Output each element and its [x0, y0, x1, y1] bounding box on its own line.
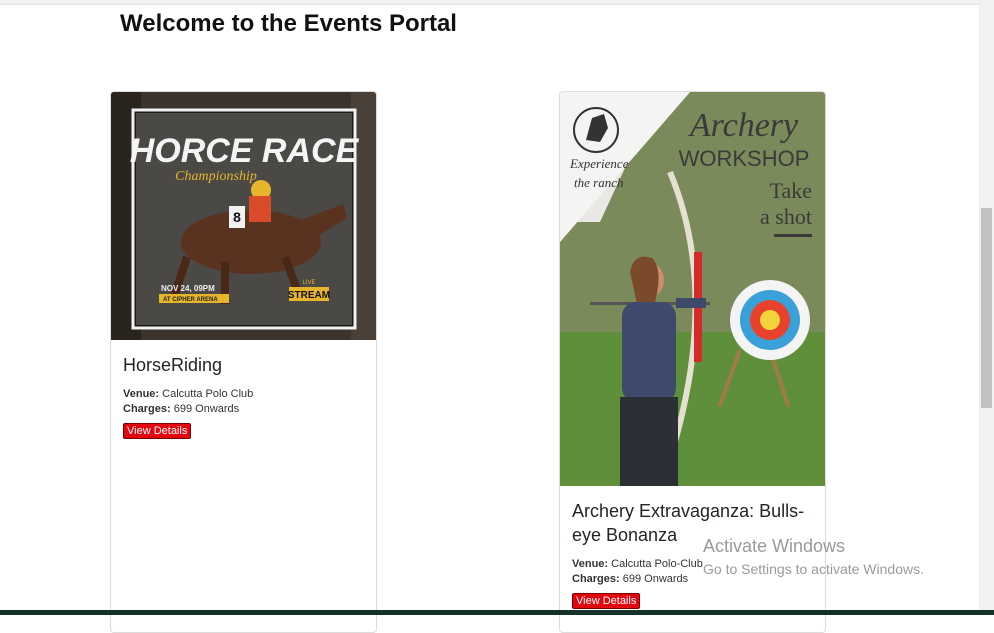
charges-label: Charges:	[572, 573, 620, 585]
svg-text:8: 8	[233, 209, 241, 225]
svg-text:LIVE: LIVE	[302, 280, 315, 286]
page-title: Welcome to the Events Portal	[120, 10, 457, 37]
venue-label: Venue:	[123, 388, 160, 400]
top-border	[0, 0, 980, 5]
archery-workshop-poster: Experience the ranch Archery WORKSHOP Ta…	[560, 92, 825, 486]
event-title: HorseRiding	[123, 355, 223, 375]
svg-text:Championship: Championship	[175, 169, 257, 184]
vertical-scrollbar[interactable]	[979, 0, 994, 615]
view-details-button[interactable]: View Details	[123, 423, 192, 439]
svg-text:the ranch: the ranch	[574, 175, 623, 190]
charges-label: Charges:	[123, 403, 171, 415]
horse-race-poster: HORCE RACE Championship 8 NOV 24, 09PM A…	[111, 92, 376, 340]
charges-value: 699 Onwards	[173, 403, 240, 415]
svg-text:NOV 24, 09PM: NOV 24, 09PM	[161, 284, 215, 293]
taskbar-edge	[0, 610, 994, 615]
event-charges: Charges: 699 Onwards	[123, 402, 364, 417]
watermark-subtitle: Go to Settings to activate Windows.	[703, 561, 924, 577]
svg-text:Take: Take	[770, 178, 812, 203]
venue-label: Venue:	[572, 558, 609, 570]
svg-text:STREAM: STREAM	[288, 290, 330, 301]
svg-text:Experience: Experience	[569, 156, 629, 171]
svg-text:a shot: a shot	[760, 204, 812, 229]
venue-value: Calcutta Polo Club	[162, 388, 254, 400]
activate-windows-watermark: Activate Windows Go to Settings to activ…	[703, 536, 924, 577]
svg-text:HORCE RACE: HORCE RACE	[130, 132, 360, 170]
event-venue: Venue: Calcutta Polo Club	[123, 387, 364, 402]
venue-value: Calcutta Polo-Club	[611, 558, 703, 570]
svg-text:WORKSHOP: WORKSHOP	[679, 146, 810, 171]
card-body: HorseRiding Venue: Calcutta Polo Club Ch…	[123, 353, 364, 439]
charges-value: 699 Onwards	[622, 573, 689, 585]
scrollbar-thumb[interactable]	[981, 208, 992, 408]
svg-text:Archery: Archery	[688, 107, 799, 144]
svg-text:AT CIPHER ARENA: AT CIPHER ARENA	[163, 297, 218, 303]
view-details-button[interactable]: View Details	[572, 593, 641, 609]
watermark-title: Activate Windows	[703, 536, 846, 556]
event-card-horseriding: HORCE RACE Championship 8 NOV 24, 09PM A…	[110, 91, 377, 633]
